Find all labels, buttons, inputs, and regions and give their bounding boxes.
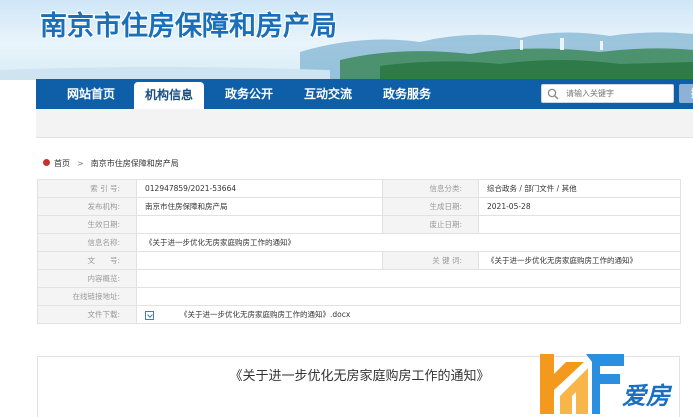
nav-government-services[interactable]: 政务服务	[372, 79, 442, 109]
sub-nav-bar	[36, 109, 693, 138]
summary-label: 内容概览:	[37, 269, 137, 288]
category-label: 信息分类:	[382, 179, 479, 198]
created-date-label: 生成日期:	[382, 197, 479, 216]
expiry-date-label: 废止日期:	[382, 215, 479, 234]
info-name-value: 《关于进一步优化无房家庭购房工作的通知》	[136, 233, 681, 252]
index-label: 索 引 号:	[37, 179, 137, 198]
nav-government-affairs[interactable]: 政务公开	[214, 79, 284, 109]
table-row: 文 号: 关 键 词: 《关于进一步优化无房家庭购房工作的通知》	[37, 251, 681, 270]
site-title: 南京市住房保障和房产局	[40, 11, 337, 42]
table-row: 在线链接地址:	[37, 287, 681, 306]
main-nav: 网站首页 机构信息 政务公开 互动交流 政务服务 搜索	[36, 79, 693, 109]
publisher-label: 发布机构:	[37, 197, 137, 216]
doc-number-label: 文 号:	[37, 251, 137, 270]
search-input[interactable]	[566, 86, 670, 101]
online-link-value[interactable]	[136, 287, 681, 306]
breadcrumb-separator: >	[77, 159, 84, 168]
effective-date-value	[136, 215, 383, 234]
created-date-value: 2021-05-28	[478, 197, 681, 216]
file-download-cell: 《关于进一步优化无房家庭购房工作的通知》.docx	[136, 305, 681, 324]
watermark: 爱房	[536, 348, 693, 417]
search-button[interactable]: 搜索	[679, 84, 693, 103]
logo-mark	[540, 354, 624, 414]
info-name-label: 信息名称:	[37, 233, 137, 252]
file-download-link[interactable]: 《关于进一步优化无房家庭购房工作的通知》.docx	[180, 310, 350, 319]
online-link-label: 在线链接地址:	[37, 287, 137, 306]
document-info-table: 索 引 号: 012947859/2021-53664 信息分类: 综合政务 /…	[37, 179, 681, 324]
search-box	[541, 84, 674, 103]
table-row: 内容概览:	[37, 269, 681, 288]
home-icon	[43, 159, 50, 166]
index-value: 012947859/2021-53664	[136, 179, 383, 198]
summary-value	[136, 269, 681, 288]
keywords-value: 《关于进一步优化无房家庭购房工作的通知》	[478, 251, 681, 270]
keywords-label: 关 键 词:	[382, 251, 479, 270]
download-icon[interactable]	[145, 310, 154, 320]
watermark-text: 爱房	[622, 382, 670, 410]
breadcrumb-current[interactable]: 南京市住房保障和房产局	[91, 159, 179, 168]
breadcrumb: 首页 > 南京市住房保障和房产局	[43, 158, 179, 170]
table-row: 发布机构: 南京市住房保障和房产局 生成日期: 2021-05-28	[37, 197, 681, 216]
effective-date-label: 生效日期:	[37, 215, 137, 234]
publisher-value: 南京市住房保障和房产局	[136, 197, 383, 216]
category-value: 综合政务 / 部门文件 / 其他	[478, 179, 681, 198]
nav-home[interactable]: 网站首页	[51, 79, 131, 109]
nav-organization-info[interactable]: 机构信息	[134, 82, 204, 109]
expiry-date-value	[478, 215, 681, 234]
breadcrumb-home[interactable]: 首页	[54, 159, 70, 168]
header-banner: 南京市住房保障和房产局	[0, 0, 693, 80]
search-icon	[547, 88, 559, 100]
table-row: 索 引 号: 012947859/2021-53664 信息分类: 综合政务 /…	[37, 179, 681, 198]
table-row: 文件下载: 《关于进一步优化无房家庭购房工作的通知》.docx	[37, 305, 681, 324]
table-row: 信息名称: 《关于进一步优化无房家庭购房工作的通知》	[37, 233, 681, 252]
table-row: 生效日期: 废止日期:	[37, 215, 681, 234]
file-download-label: 文件下载:	[37, 305, 137, 324]
doc-number-value	[136, 251, 383, 270]
nav-interaction[interactable]: 互动交流	[293, 79, 363, 109]
